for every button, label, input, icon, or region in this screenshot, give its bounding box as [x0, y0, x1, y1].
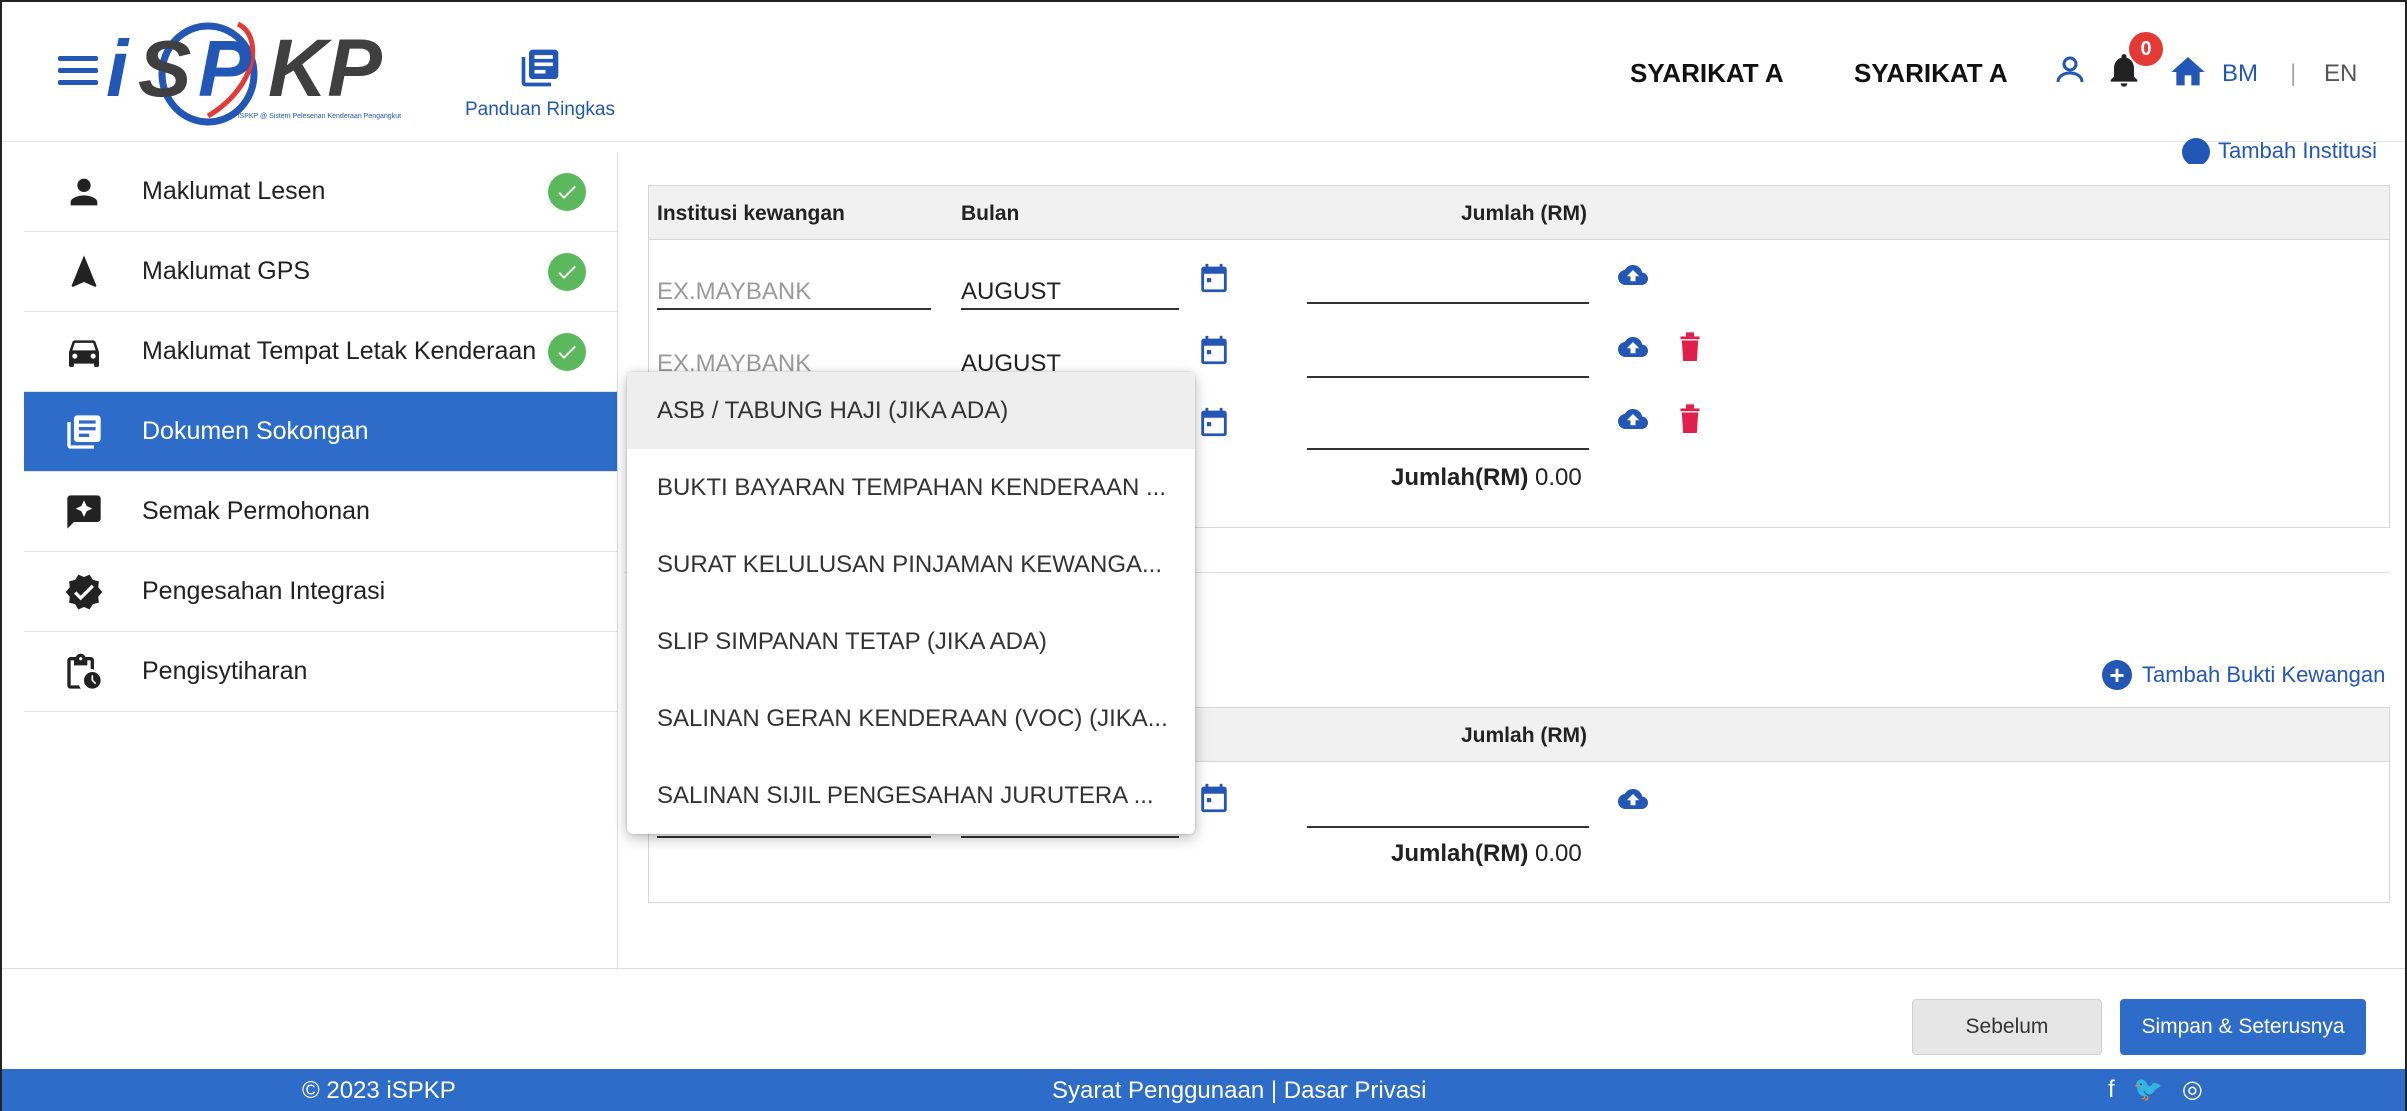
cloud-upload-icon[interactable]	[1615, 332, 1651, 362]
footer-links[interactable]: Syarat Penggunaan | Dasar Privasi	[1052, 1077, 1426, 1105]
amount-input[interactable]	[1307, 342, 1589, 378]
table-total: Jumlah(RM) 0.00	[1391, 464, 1582, 491]
app-window: i S P KP iSPKP @ Sistem Pelesenan Kender…	[0, 0, 2407, 1111]
add-institution-link[interactable]: Tambah Institusi	[2182, 138, 2377, 164]
header-amount: Jumlah (RM)	[1461, 724, 1587, 747]
sidebar-item-label: Maklumat GPS	[142, 257, 311, 285]
trash-icon[interactable]	[1679, 403, 1701, 433]
verified-icon	[65, 574, 103, 609]
lang-bm[interactable]: BM	[2222, 60, 2258, 88]
ispkp-logo[interactable]: i S P KP iSPKP @ Sistem Pelesenan Kender…	[88, 16, 448, 126]
save-next-button[interactable]: Simpan & Seterusnya	[2120, 999, 2366, 1055]
dropdown-option[interactable]: ASB / TABUNG HAJI (JIKA ADA)	[627, 372, 1195, 449]
cloud-upload-icon[interactable]	[1615, 784, 1651, 814]
sidebar-item-label: Maklumat Lesen	[142, 177, 326, 205]
company-name: SYARIKAT A	[1630, 58, 1784, 88]
sidebar-item-label: Pengesahan Integrasi	[142, 577, 386, 605]
header-month: Bulan	[961, 202, 1020, 225]
svg-text:S: S	[138, 24, 191, 113]
footer-divider	[2, 968, 2405, 969]
car-icon	[69, 339, 99, 367]
amount-input[interactable]	[1307, 414, 1589, 450]
month-input[interactable]: AUGUST	[961, 274, 1179, 310]
sidebar-item-semak-permohonan[interactable]: Semak Permohonan	[24, 472, 617, 552]
review-icon	[67, 494, 101, 529]
table-total: Jumlah(RM) 0.00	[1391, 840, 1582, 867]
header-institution: Institusi kewangan	[657, 202, 845, 225]
sidebar-item-label: Pengisytiharan	[142, 657, 308, 685]
previous-button[interactable]: Sebelum	[1912, 999, 2102, 1055]
sidebar-item-dokumen-sokongan[interactable]: Dokumen Sokongan	[24, 392, 617, 472]
sidebar-item-pengisytiharan[interactable]: Pengisytiharan	[24, 632, 617, 712]
quick-guide-link[interactable]: Panduan Ringkas	[460, 46, 620, 121]
document-list-icon	[521, 49, 559, 87]
top-header: i S P KP iSPKP @ Sistem Pelesenan Kender…	[2, 2, 2405, 142]
institution-input[interactable]: EX.MAYBANK	[657, 274, 931, 310]
dropdown-option[interactable]: SALINAN GERAN KENDERAAN (VOC) (JIKA...	[627, 680, 1195, 757]
add-circle-icon	[2182, 138, 2210, 164]
home-icon[interactable]	[2168, 52, 2208, 92]
calendar-icon[interactable]	[1197, 780, 1231, 816]
trash-icon[interactable]	[1679, 331, 1701, 361]
notification-badge: 0	[2129, 32, 2163, 66]
navigation-icon	[71, 254, 97, 287]
cloud-upload-icon[interactable]	[1615, 404, 1651, 434]
page-footer: © 2023 iSPKP Syarat Penggunaan | Dasar P…	[2, 1069, 2405, 1111]
sidebar-item-label: Dokumen Sokongan	[142, 417, 369, 445]
cloud-upload-icon[interactable]	[1615, 260, 1651, 290]
dropdown-option[interactable]: SURAT KELULUSAN PINJAMAN KEWANGA...	[627, 526, 1195, 603]
svg-text:i: i	[106, 24, 130, 113]
lang-separator: |	[2290, 60, 2297, 87]
social-icons[interactable]: f 🐦 ◎	[2108, 1075, 2209, 1104]
lang-en[interactable]: EN	[2324, 60, 2357, 88]
sidebar-item-maklumat-lesen[interactable]: Maklumat Lesen	[24, 152, 617, 232]
dropdown-option[interactable]: SALINAN SIJIL PENGESAHAN JURUTERA ...	[627, 757, 1195, 834]
calendar-icon[interactable]	[1197, 260, 1231, 296]
sidebar: Maklumat Lesen Maklumat GPS Maklumat Tem…	[24, 152, 618, 970]
check-circle-icon	[548, 252, 586, 291]
add-financial-proof-link[interactable]: + Tambah Bukti Kewangan	[2102, 660, 2385, 690]
person-icon	[70, 178, 98, 205]
svg-text:iSPKP @ Sistem Pelesenan Kende: iSPKP @ Sistem Pelesenan Kenderaan Penga…	[238, 113, 401, 120]
header-amount: Jumlah (RM)	[1461, 202, 1587, 225]
declaration-icon	[67, 653, 101, 689]
sidebar-item-pengesahan-integrasi[interactable]: Pengesahan Integrasi	[24, 552, 617, 632]
calendar-icon[interactable]	[1197, 332, 1231, 368]
dropdown-option[interactable]: BUKTI BAYARAN TEMPAHAN KENDERAAN ...	[627, 449, 1195, 526]
company-profile-name[interactable]: SYARIKAT A	[1854, 58, 2008, 89]
check-circle-icon	[548, 172, 586, 211]
amount-input[interactable]	[1307, 792, 1589, 828]
quick-guide-label: Panduan Ringkas	[465, 99, 615, 120]
amount-input[interactable]	[1307, 268, 1589, 304]
document-list-icon	[67, 414, 101, 449]
user-icon[interactable]	[2052, 52, 2088, 88]
sidebar-item-tempat-letak-kenderaan[interactable]: Maklumat Tempat Letak Kenderaan	[24, 312, 617, 392]
check-circle-icon	[548, 332, 586, 371]
calendar-icon[interactable]	[1197, 404, 1231, 440]
copyright: © 2023 iSPKP	[302, 1077, 456, 1104]
svg-text:KP: KP	[268, 23, 382, 114]
dropdown-option[interactable]: SLIP SIMPANAN TETAP (JIKA ADA)	[627, 603, 1195, 680]
sidebar-item-label: Semak Permohonan	[142, 497, 370, 525]
sidebar-item-maklumat-gps[interactable]: Maklumat GPS	[24, 232, 617, 312]
sidebar-item-label: Maklumat Tempat Letak Kenderaan	[142, 337, 537, 365]
document-type-dropdown: ASB / TABUNG HAJI (JIKA ADA) BUKTI BAYAR…	[627, 372, 1195, 834]
svg-text:P: P	[198, 24, 252, 113]
add-circle-icon: +	[2102, 660, 2132, 690]
table-header: Institusi kewangan Bulan Jumlah (RM)	[649, 186, 2389, 240]
